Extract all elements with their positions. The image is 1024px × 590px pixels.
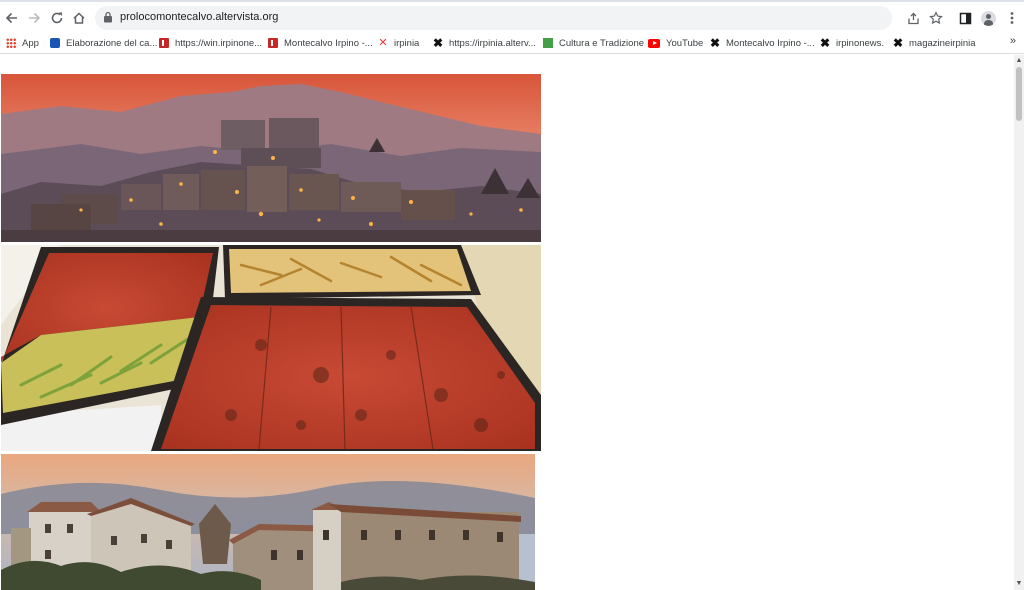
bookmarks-bar: App Elaborazione del ca... https://win.i… [0,32,1024,54]
scroll-down-arrow-icon[interactable]: ▼ [1015,580,1023,588]
bookmark-label: irpinonews. [836,37,885,49]
bookmark-apps[interactable]: App [6,35,39,51]
bookmark-label: Elaborazione del ca... [66,37,158,49]
altervista-icon: ✖ [710,36,721,50]
altervista-icon: ✖ [433,36,444,50]
bookmark-item[interactable]: ✖ https://irpinia.alterv... [433,35,536,51]
bookmark-label: YouTube [666,37,704,49]
green-site-icon [543,38,553,48]
blue-site-icon [50,38,60,48]
bookmark-label: Montecalvo Irpino -... [284,37,373,49]
star-icon [929,11,943,25]
youtube-icon [648,38,660,48]
bookmarks-overflow-button[interactable]: » [1010,35,1016,47]
reload-button[interactable] [45,6,69,30]
bookmark-item[interactable]: ✖ magazineirpinia [893,35,976,51]
lock-icon [104,11,112,23]
side-panel-icon [959,12,971,24]
menu-button[interactable] [1000,6,1024,30]
reload-icon [51,12,63,24]
profile-button[interactable] [976,6,1000,30]
page-content [0,55,1014,590]
bookmark-label: Cultura e Tradizione [559,37,645,49]
bookmark-item[interactable]: ✕ irpinia [378,35,419,51]
arrow-left-icon [5,12,17,24]
scroll-thumb[interactable] [1016,67,1022,121]
profile-icon [980,10,996,26]
bookmark-label: https://irpinia.alterv... [449,37,536,49]
home-button[interactable] [67,6,91,30]
address-bar[interactable]: prolocomontecalvo.altervista.org [95,6,892,30]
bookmark-star-button[interactable] [924,6,948,30]
altervista-icon: ✖ [820,36,831,50]
bookmark-label: App [22,37,39,49]
url-text: prolocomontecalvo.altervista.org [120,11,279,23]
back-button[interactable] [0,6,24,30]
village-sunset-photo [1,74,541,242]
irpinia-icon: ✕ [378,37,388,49]
share-button[interactable] [901,6,925,30]
bookmark-item[interactable]: ✖ irpinonews. [820,35,884,51]
apps-grid-icon [6,38,16,48]
bookmark-item[interactable]: https://win.irpinone... [159,35,262,51]
share-icon [907,12,919,24]
red-site-icon [268,38,278,48]
home-icon [73,12,85,24]
bookmark-label: irpinia [394,37,420,49]
pizza-trays-photo [1,245,541,451]
kebab-menu-icon [1010,12,1014,24]
bookmark-label: https://win.irpinone... [175,37,263,49]
side-panel-button[interactable] [953,6,977,30]
altervista-icon: ✖ [893,36,904,50]
browser-toolbar: prolocomontecalvo.altervista.org [0,0,1024,32]
scroll-up-arrow-icon[interactable]: ▲ [1015,57,1023,65]
bookmark-item[interactable]: Montecalvo Irpino -... [268,35,373,51]
bookmark-item[interactable]: Elaborazione del ca... [50,35,157,51]
bookmark-label: Montecalvo Irpino -... [726,37,815,49]
red-site-icon [159,38,169,48]
bookmark-item[interactable]: Cultura e Tradizione [543,35,644,51]
arrow-right-icon [29,12,41,24]
bookmark-item[interactable]: ✖ Montecalvo Irpino -... [710,35,815,51]
castle-photo [1,454,535,590]
vertical-scrollbar[interactable]: ▲ ▼ [1014,55,1024,590]
bookmark-label: magazineirpinia [909,37,976,49]
bookmark-youtube[interactable]: YouTube [648,35,703,51]
forward-button[interactable] [22,6,46,30]
